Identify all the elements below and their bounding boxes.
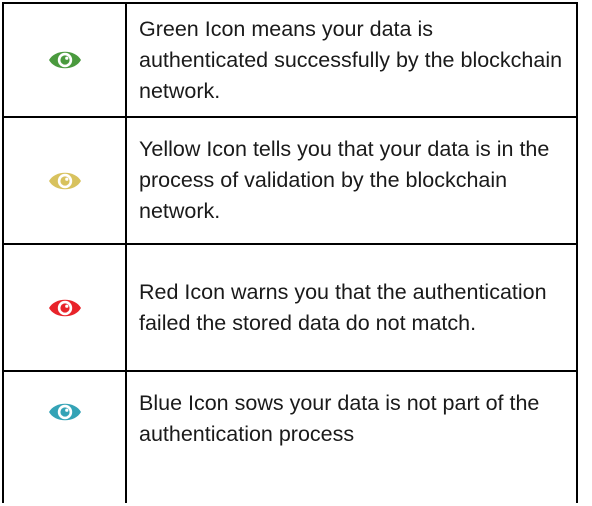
legend-text-green: Green Icon means your data is authentica… [125,2,578,118]
legend-row-yellow: Yellow Icon tells you that your data is … [2,116,578,245]
icon-cell [2,370,127,503]
legend-text-blue: Blue Icon sows your data is not part of … [125,370,578,503]
green-eye-icon [4,48,125,72]
blue-eye-icon [4,400,125,424]
legend-row-green: Green Icon means your data is authentica… [2,2,578,118]
legend-row-blue: Blue Icon sows your data is not part of … [2,370,578,503]
red-eye-icon [4,296,125,320]
legend-text-red: Red Icon warns you that the authenticati… [125,243,578,372]
legend-row-red: Red Icon warns you that the authenticati… [2,243,578,372]
icon-cell [2,2,127,118]
icon-legend-table: Green Icon means your data is authentica… [2,2,578,503]
yellow-eye-icon [4,169,125,193]
icon-cell [2,243,127,372]
icon-cell [2,116,127,245]
legend-text-yellow: Yellow Icon tells you that your data is … [125,116,578,245]
